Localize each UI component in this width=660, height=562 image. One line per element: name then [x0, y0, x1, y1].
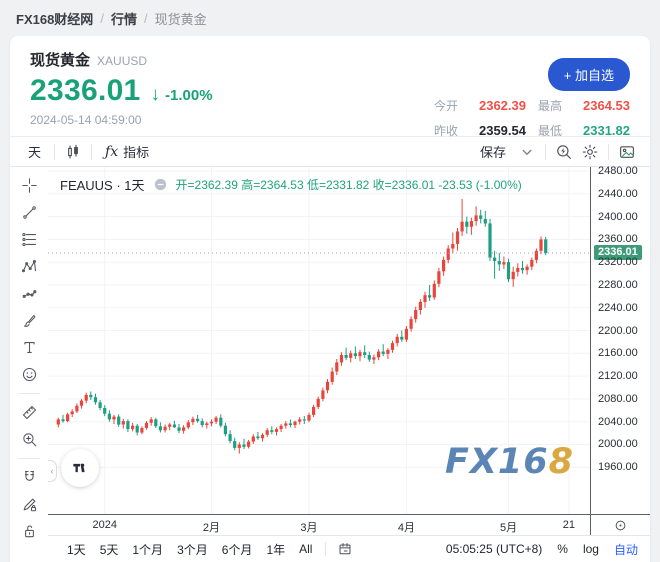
quick-search-icon[interactable] [551, 140, 577, 164]
interval-button[interactable]: 天 [20, 142, 49, 161]
stat-label: 昨收 [433, 124, 458, 138]
range-button[interactable]: 1年 [259, 539, 292, 560]
toolbar-collapse-handle[interactable]: ‹ [48, 460, 57, 482]
price-axis-label: 2400.00 [598, 210, 638, 223]
quote-stats: 今开 2362.39 最高 2364.53 昨收 2359.54 最低 2331… [434, 97, 630, 139]
stat-label: 最高 [537, 99, 562, 113]
range-button[interactable]: 5天 [93, 539, 126, 560]
time-axis-label: 3月 [300, 522, 318, 534]
stat-value-low: 2331.82 [583, 123, 630, 138]
stat-value-open: 2362.39 [478, 98, 526, 113]
save-button[interactable]: 保存 [472, 142, 514, 161]
price-axis-label: 1960.00 [598, 461, 638, 474]
add-watchlist-button[interactable]: + 加自选 [547, 58, 630, 91]
time-axis-label: 5月 [499, 522, 518, 534]
legend-ohlc-values: 开=2362.39 高=2364.53 低=2331.82 收=2336.01 … [175, 178, 522, 192]
time-axis-label: 2024 [92, 519, 117, 531]
time-axis-label: 2月 [202, 522, 221, 534]
indicators-button[interactable]: ƒx 指标 [97, 142, 157, 161]
time-axis-label: 21 [562, 519, 575, 531]
stat-label: 今开 [433, 99, 458, 113]
price-axis-label: 2040.00 [598, 415, 638, 428]
forecast-icon[interactable] [16, 280, 43, 307]
drawing-lock-icon[interactable] [16, 491, 43, 518]
instrument-symbol: XAUUSD [97, 54, 148, 68]
price-axis-label: 2000.00 [598, 438, 638, 451]
ruler-icon[interactable] [16, 399, 43, 426]
fx168-watermark: FX168 [445, 442, 574, 482]
price-axis-label: 2160.00 [598, 347, 638, 360]
tradingview-logo[interactable] [61, 449, 99, 487]
time-axis-labels[interactable]: 2024 2月 3月 4月 5月 21 [48, 514, 590, 535]
auto-scale-toggle[interactable]: 自动 [614, 541, 638, 558]
price-axis-label: 2080.00 [598, 392, 638, 405]
drawing-toolbar [10, 167, 48, 562]
breadcrumb-item[interactable]: FX168财经网 [16, 9, 93, 28]
crosshair-icon[interactable] [16, 172, 43, 199]
hide-series-icon[interactable] [153, 177, 168, 192]
price-axis-label: 2320.00 [598, 256, 638, 269]
stat-value-high: 2364.53 [583, 98, 630, 113]
xabcd-pattern-icon[interactable] [16, 253, 43, 280]
down-arrow-icon: ↓ [150, 84, 161, 105]
brush-icon[interactable] [16, 307, 43, 334]
chevron-down-icon[interactable] [514, 140, 540, 164]
axis-target-icon[interactable] [590, 514, 650, 535]
range-button[interactable]: 1个月 [125, 539, 170, 560]
chart-widget: 天 ƒx 指标 保存 FEAUUS · 1天 开=2362.39 高=2364.… [10, 136, 650, 562]
price-axis-label: 2360.00 [598, 233, 638, 246]
chart-toolbar: 天 ƒx 指标 保存 [10, 137, 650, 167]
stat-label: 最低 [537, 124, 562, 138]
magnet-icon[interactable] [16, 464, 43, 491]
snapshot-icon[interactable] [614, 140, 640, 164]
range-button[interactable]: All [292, 540, 319, 558]
range-button[interactable]: 3个月 [170, 539, 215, 560]
time-axis[interactable]: 2024 2月 3月 4月 5月 21 [48, 514, 650, 535]
fx-icon: ƒx [105, 143, 119, 160]
chart-legend: FEAUUS · 1天 开=2362.39 高=2364.53 低=2331.8… [60, 175, 522, 194]
change-percent: -1.00% [165, 87, 213, 104]
breadcrumb: FX168财经网 / 行情 / 现货黄金 [16, 9, 207, 28]
clock-utc[interactable]: 05:05:25 (UTC+8) [446, 542, 542, 556]
range-button[interactable]: 1天 [60, 539, 93, 560]
goto-date-icon[interactable] [332, 537, 358, 561]
range-button[interactable]: 6个月 [215, 539, 260, 560]
fib-retracement-icon[interactable] [16, 226, 43, 253]
quote-card: 现货黄金 XAUUSD 2336.01 ↓ -1.00% 2024-05-14 … [10, 36, 650, 562]
time-axis-label: 4月 [397, 522, 415, 534]
legend-symbol: FEAUUS · 1天 [60, 178, 145, 193]
stat-value-prev-close: 2359.54 [478, 123, 526, 138]
price-axis-label: 2240.00 [598, 301, 638, 314]
price-axis-label: 2200.00 [598, 324, 638, 337]
price-axis-label: 2440.00 [598, 187, 638, 200]
price-axis-label: 2120.00 [598, 370, 638, 383]
gear-icon[interactable] [577, 140, 603, 164]
breadcrumb-item: 现货黄金 [154, 12, 207, 27]
percent-scale-toggle[interactable]: % [557, 542, 568, 556]
trend-line-icon[interactable] [16, 199, 43, 226]
text-icon[interactable] [16, 334, 43, 361]
log-scale-toggle[interactable]: log [583, 542, 599, 556]
instrument-name: 现货黄金 [30, 52, 91, 69]
emoji-icon[interactable] [16, 361, 43, 388]
last-price: 2336.01 [30, 74, 141, 107]
range-buttons: 1天 5天 1个月 3个月 6个月 1年 All [60, 539, 319, 560]
price-axis-label: 2480.00 [598, 165, 638, 177]
price-axis-label: 2280.00 [598, 278, 638, 291]
bottom-bar: 1天 5天 1个月 3个月 6个月 1年 All 05:05:25 (UTC+8) % lo… [48, 535, 650, 562]
price-axis[interactable]: 2336.01 2480.00 2440.00 2400.00 2360.00 2320… [590, 165, 650, 514]
zoom-in-icon[interactable] [16, 426, 43, 453]
chart-plot-area[interactable]: FEAUUS · 1天 开=2362.39 高=2364.53 低=2331.8… [48, 167, 590, 514]
breadcrumb-item[interactable]: 行情 [111, 9, 137, 28]
candle-style-icon[interactable] [60, 140, 86, 164]
quote-header: 现货黄金 XAUUSD 2336.01 ↓ -1.00% 2024-05-14 … [10, 36, 650, 139]
lock-open-icon[interactable] [16, 518, 43, 545]
